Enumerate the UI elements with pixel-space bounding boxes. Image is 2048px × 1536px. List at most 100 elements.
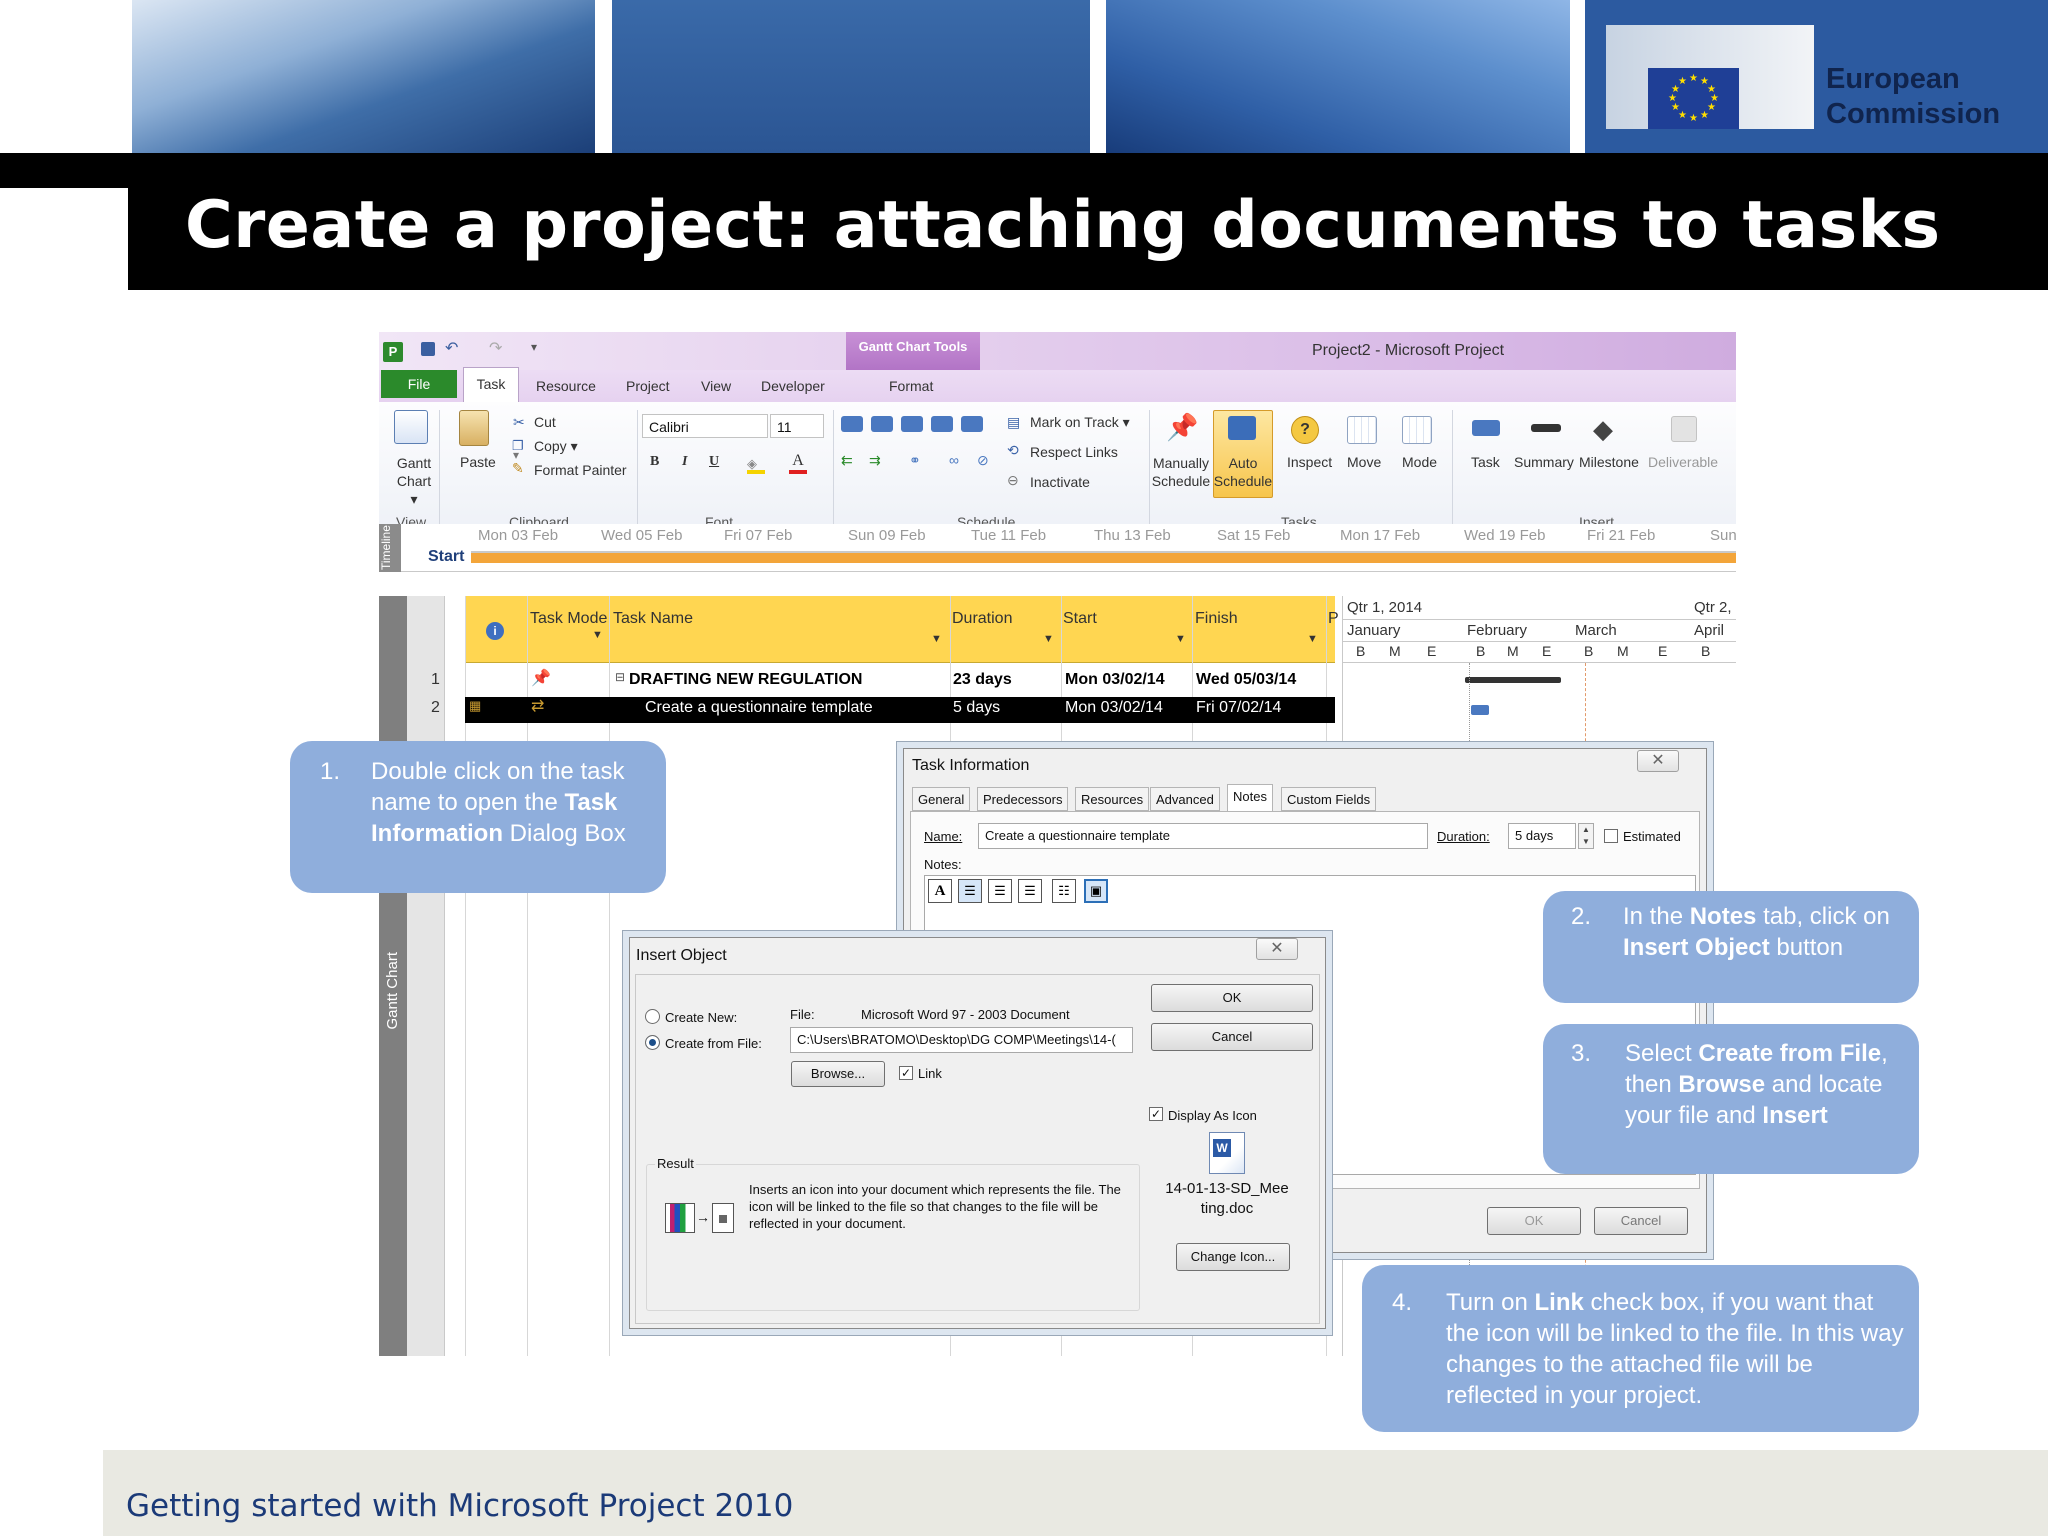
mode-button[interactable]: Mode [1402, 454, 1437, 470]
move-button[interactable]: Move [1347, 454, 1381, 470]
tab-format[interactable]: Format [889, 378, 933, 394]
task-bar[interactable] [1471, 705, 1489, 715]
task-duration[interactable]: 23 days [953, 671, 1012, 689]
tab-notes[interactable]: Notes [1227, 784, 1273, 812]
auto-schedule-icon[interactable] [1228, 416, 1256, 440]
tab-general[interactable]: General [912, 787, 971, 811]
browse-button[interactable]: Browse... [791, 1061, 885, 1087]
tab-resources[interactable]: Resources [1075, 787, 1150, 811]
task-name[interactable]: DRAFTING NEW REGULATION [629, 671, 862, 689]
inspect-button[interactable]: Inspect [1287, 454, 1332, 470]
tab-custom-fields[interactable]: Custom Fields [1281, 787, 1377, 811]
bullets-icon[interactable]: ☷ [1052, 879, 1076, 903]
paste-button[interactable]: Paste [460, 454, 496, 470]
task-insert-icon[interactable] [1472, 420, 1500, 436]
milestone-button[interactable]: Milestone [1579, 454, 1639, 470]
column-header-finish[interactable]: Finish [1195, 608, 1238, 630]
column-header-p[interactable]: P [1328, 608, 1339, 630]
bold-button[interactable]: B [650, 454, 659, 470]
mode-icon[interactable] [1402, 416, 1432, 444]
highlight-color-icon[interactable]: ◈ [747, 456, 765, 474]
cut-icon[interactable]: ✂ [513, 414, 525, 431]
milestone-icon[interactable]: ◆ [1593, 414, 1613, 445]
ok-button[interactable]: OK [1487, 1207, 1581, 1235]
link-tasks-icon[interactable]: ∞ [949, 452, 959, 468]
format-painter-button[interactable]: Format Painter [534, 462, 627, 478]
task-duration[interactable]: 5 days [953, 699, 1000, 717]
pushpin-icon[interactable]: 📌 [1166, 412, 1198, 443]
tab-task[interactable]: Task [463, 367, 519, 403]
close-icon[interactable]: ✕ [1637, 750, 1679, 772]
task-finish[interactable]: Fri 07/02/14 [1196, 699, 1281, 717]
respect-links-icon[interactable]: ⟲ [1007, 442, 1019, 459]
outdent-icon[interactable]: ⇇ [841, 452, 853, 469]
task-name[interactable]: Create a questionnaire template [645, 699, 873, 717]
cut-button[interactable]: Cut [534, 414, 556, 430]
duration-spinner[interactable]: ▲ ▼ [1578, 823, 1594, 849]
progress-0-icon[interactable] [841, 416, 863, 432]
filter-dropdown-icon[interactable]: ▼ [1175, 628, 1186, 650]
tab-resource[interactable]: Resource [536, 378, 596, 394]
task-start[interactable]: Mon 03/02/14 [1065, 671, 1165, 689]
unlink-tasks-icon[interactable]: ⊘ [977, 452, 989, 469]
inactivate-icon[interactable]: ⊖ [1007, 472, 1019, 489]
align-left-icon[interactable]: ☰ [958, 879, 982, 903]
progress-100-icon[interactable] [961, 416, 983, 432]
mark-on-track-icon[interactable]: ▤ [1007, 414, 1020, 431]
gantt-chart-icon[interactable] [394, 410, 428, 444]
copy-button[interactable]: Copy ▾ [534, 438, 578, 455]
tab-developer[interactable]: Developer [761, 378, 825, 394]
qat-customize-icon[interactable]: ▾ [531, 340, 537, 354]
change-icon-button[interactable]: Change Icon... [1176, 1243, 1290, 1271]
inspect-icon[interactable]: ? [1291, 416, 1319, 444]
create-new-radio[interactable] [645, 1009, 660, 1024]
cancel-button[interactable]: Cancel [1151, 1023, 1313, 1051]
close-icon[interactable]: ✕ [1256, 938, 1298, 960]
paste-icon[interactable] [459, 410, 489, 446]
tab-file[interactable]: File [381, 370, 457, 398]
undo-icon[interactable]: ↶ [445, 338, 458, 358]
duration-field[interactable]: 5 days [1508, 823, 1576, 849]
estimated-checkbox[interactable] [1604, 829, 1618, 843]
font-color-icon[interactable]: A [789, 452, 807, 474]
column-header-start[interactable]: Start [1063, 608, 1097, 630]
link-checkbox[interactable]: ✓ [899, 1066, 913, 1080]
filter-dropdown-icon[interactable]: ▼ [1043, 628, 1054, 650]
task-start[interactable]: Mon 03/02/14 [1065, 699, 1163, 717]
filter-dropdown-icon[interactable]: ▼ [1307, 628, 1318, 650]
align-right-icon[interactable]: ☰ [1018, 879, 1042, 903]
summary-bar[interactable] [1465, 677, 1561, 683]
respect-links-button[interactable]: Respect Links [1030, 444, 1118, 460]
gantt-chart-button[interactable]: Gantt Chart ▾ [395, 454, 433, 508]
tab-advanced[interactable]: Advanced [1150, 787, 1220, 811]
mark-on-track-button[interactable]: Mark on Track ▾ [1030, 414, 1130, 431]
column-header-task-name[interactable]: Task Name [613, 608, 693, 630]
column-header-duration[interactable]: Duration [952, 608, 1012, 630]
deliverable-button[interactable]: Deliverable [1648, 454, 1718, 470]
format-font-icon[interactable]: A [928, 879, 952, 903]
task-finish[interactable]: Wed 05/03/14 [1196, 671, 1296, 689]
format-painter-icon[interactable]: ✎ [512, 460, 524, 477]
deliverable-icon[interactable] [1671, 416, 1697, 442]
ok-button[interactable]: OK [1151, 984, 1313, 1012]
underline-button[interactable]: U [709, 454, 719, 470]
summary-button[interactable]: Summary [1514, 454, 1574, 470]
name-field[interactable]: Create a questionnaire template [978, 823, 1428, 849]
auto-schedule-button[interactable]: Auto Schedule [1213, 454, 1273, 490]
summary-icon[interactable] [1531, 424, 1561, 432]
progress-25-icon[interactable] [871, 416, 893, 432]
collapse-icon[interactable]: ⊟ [615, 670, 625, 684]
copy-icon[interactable]: ❐ [512, 438, 524, 454]
insert-object-icon[interactable]: ▣ [1084, 879, 1108, 903]
tab-view[interactable]: View [701, 378, 731, 394]
display-as-icon-checkbox[interactable]: ✓ [1149, 1107, 1163, 1121]
move-icon[interactable] [1347, 416, 1377, 444]
file-path-field[interactable]: C:\Users\BRATOMO\Desktop\DG COMP\Meeting… [790, 1027, 1133, 1053]
filter-dropdown-icon[interactable]: ▼ [592, 624, 603, 646]
redo-icon[interactable]: ↷ [489, 338, 502, 358]
font-name-select[interactable]: Calibri [642, 414, 768, 438]
progress-75-icon[interactable] [931, 416, 953, 432]
inactivate-button[interactable]: Inactivate [1030, 474, 1090, 490]
italic-button[interactable]: I [682, 454, 687, 470]
tab-predecessors[interactable]: Predecessors [977, 787, 1069, 811]
